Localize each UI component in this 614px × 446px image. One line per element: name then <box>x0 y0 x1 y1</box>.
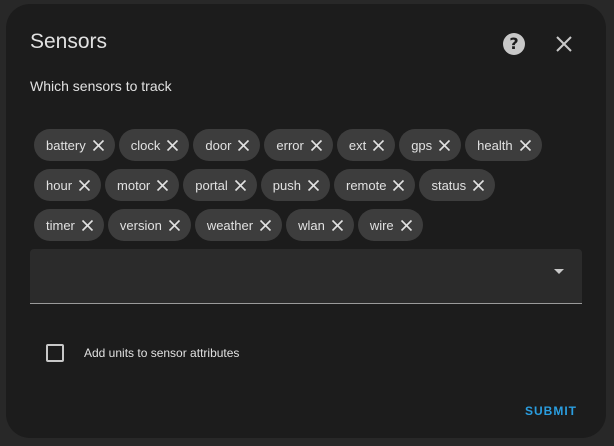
dialog-title: Sensors <box>30 30 108 53</box>
sensor-chip-timer[interactable]: timer <box>34 209 104 241</box>
chip-remove-icon[interactable] <box>400 219 413 232</box>
chip-label: push <box>272 177 301 193</box>
sensor-chip-push[interactable]: push <box>260 169 330 201</box>
sensor-chip-error[interactable]: error <box>264 129 333 161</box>
chip-row: timer version weather wlan wire <box>34 209 574 241</box>
chip-remove-icon[interactable] <box>81 219 94 232</box>
sensor-chip-wire[interactable]: wire <box>357 209 423 241</box>
chip-label: gps <box>411 137 433 153</box>
chip-label: weather <box>206 217 254 233</box>
chip-remove-icon[interactable] <box>156 179 169 192</box>
chip-label: battery <box>46 137 86 153</box>
sensor-chip-status[interactable]: status <box>419 169 496 201</box>
sensor-chip-weather[interactable]: weather <box>194 209 283 241</box>
chip-label: error <box>276 137 304 153</box>
chip-label: timer <box>46 217 75 233</box>
chip-remove-icon[interactable] <box>78 179 91 192</box>
units-checkbox-label: Add units to sensor attributes <box>84 346 240 360</box>
chip-remove-icon[interactable] <box>307 179 320 192</box>
sensor-chip-clock[interactable]: clock <box>118 129 190 161</box>
sensor-chip-ext[interactable]: ext <box>336 129 396 161</box>
chip-remove-icon[interactable] <box>168 219 181 232</box>
chip-label: version <box>119 217 162 233</box>
close-icon[interactable] <box>554 34 574 54</box>
dropdown-arrow-icon[interactable] <box>554 269 564 274</box>
chip-row: battery clock door error ext gps health <box>34 129 574 161</box>
chip-remove-icon[interactable] <box>392 179 405 192</box>
chip-remove-icon[interactable] <box>310 139 323 152</box>
sensor-chip-motor[interactable]: motor <box>105 169 180 201</box>
sensor-chip-hour[interactable]: hour <box>34 169 102 201</box>
help-icon[interactable]: ? <box>503 33 525 55</box>
chip-label: motor <box>117 177 151 193</box>
chip-remove-icon[interactable] <box>438 139 451 152</box>
chip-remove-icon[interactable] <box>472 179 485 192</box>
sensor-chip-gps[interactable]: gps <box>399 129 462 161</box>
chip-remove-icon[interactable] <box>237 139 250 152</box>
sensor-chip-version[interactable]: version <box>107 209 191 241</box>
sensor-chip-health[interactable]: health <box>465 129 542 161</box>
sensor-chips: battery clock door error ext gps health hour mot… <box>34 129 574 249</box>
units-option: Add units to sensor attributes <box>46 344 239 362</box>
sensor-chip-door[interactable]: door <box>193 129 261 161</box>
chip-remove-icon[interactable] <box>92 139 105 152</box>
sensor-chip-remote[interactable]: remote <box>334 169 416 201</box>
chip-label: door <box>205 137 232 153</box>
chip-remove-icon[interactable] <box>372 139 385 152</box>
chip-remove-icon[interactable] <box>234 179 247 192</box>
chip-label: health <box>477 137 513 153</box>
chip-label: status <box>431 177 467 193</box>
chip-label: ext <box>348 137 367 153</box>
chip-remove-icon[interactable] <box>519 139 532 152</box>
sensor-select[interactable] <box>30 249 582 304</box>
units-checkbox[interactable] <box>46 344 64 362</box>
sensor-chip-portal[interactable]: portal <box>183 169 257 201</box>
sensors-dialog: Sensors ? Which sensors to track battery… <box>6 4 606 438</box>
chip-row: hour motor portal push remote status <box>34 169 574 201</box>
sensor-chip-battery[interactable]: battery <box>34 129 115 161</box>
chip-label: portal <box>195 177 228 193</box>
chip-label: clock <box>130 137 161 153</box>
chip-label: wire <box>369 217 394 233</box>
sensor-chip-wlan[interactable]: wlan <box>286 209 354 241</box>
chip-label: hour <box>46 177 73 193</box>
dialog-subtitle: Which sensors to track <box>30 78 172 94</box>
chip-remove-icon[interactable] <box>331 219 344 232</box>
chip-label: remote <box>346 177 387 193</box>
chip-remove-icon[interactable] <box>259 219 272 232</box>
chip-remove-icon[interactable] <box>166 139 179 152</box>
submit-button[interactable]: SUBMIT <box>525 404 577 418</box>
chip-label: wlan <box>298 217 325 233</box>
